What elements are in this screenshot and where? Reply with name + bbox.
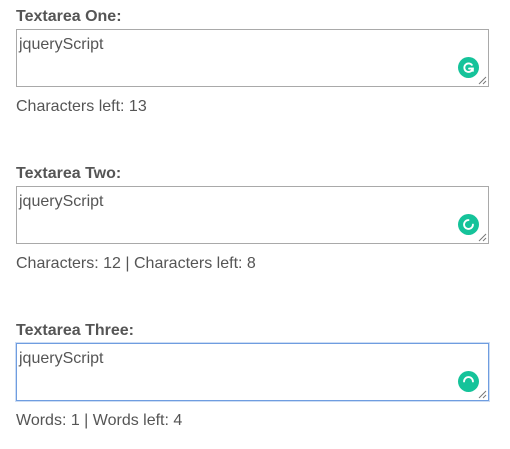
textarea-three-label: Textarea Three:	[16, 322, 134, 339]
textarea-three[interactable]: jqueryScript	[16, 343, 489, 401]
grammarly-icon[interactable]	[458, 214, 479, 235]
textarea-one[interactable]: jqueryScript	[16, 29, 489, 87]
textarea-two-group: Textarea Two: jqueryScript Characters: 1…	[16, 164, 489, 274]
resize-grip-icon[interactable]	[478, 233, 487, 242]
textarea-three-group: Textarea Three: jqueryScript Words: 1 | …	[16, 321, 489, 431]
textarea-one-wrapper: jqueryScript	[16, 29, 489, 87]
textarea-three-wrapper: jqueryScript	[16, 343, 489, 401]
resize-grip-icon[interactable]	[478, 76, 487, 85]
textarea-two-counter: Characters: 12 | Characters left: 8	[16, 255, 256, 272]
textarea-two-wrapper: jqueryScript	[16, 186, 489, 244]
grammarly-icon[interactable]	[458, 57, 479, 78]
textarea-two-label: Textarea Two:	[16, 165, 122, 182]
textarea-one-group: Textarea One: jqueryScript Characters le…	[16, 7, 489, 117]
textarea-two[interactable]: jqueryScript	[16, 186, 489, 244]
textarea-one-counter: Characters left: 13	[16, 98, 147, 115]
textarea-one-label: Textarea One:	[16, 8, 122, 25]
resize-grip-icon[interactable]	[478, 390, 487, 399]
textarea-three-counter: Words: 1 | Words left: 4	[16, 412, 183, 429]
grammarly-icon[interactable]	[458, 371, 479, 392]
